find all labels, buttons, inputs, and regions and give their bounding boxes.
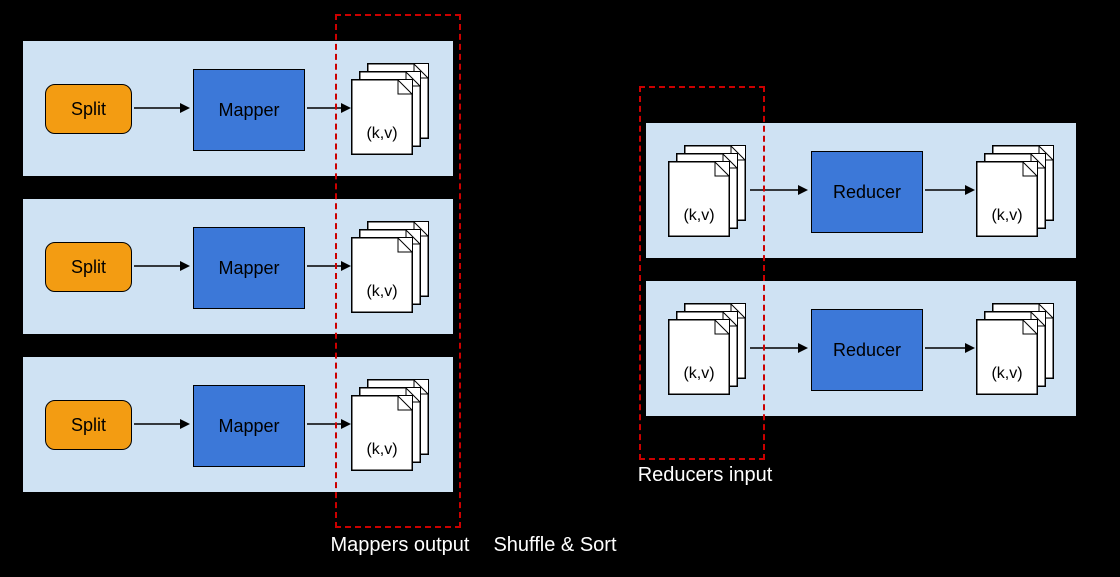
shuffle-sort-label: Shuffle & Sort	[475, 534, 635, 557]
output-docs-r1: (k,v)	[976, 145, 1056, 235]
mapper-box-2: Mapper	[193, 227, 305, 309]
split-box-2: Split	[45, 242, 132, 292]
kv-label: (k,v)	[991, 207, 1022, 224]
arrow-reducer-output-2	[923, 338, 977, 358]
reducer-label: Reducer	[833, 340, 901, 361]
reducer-box-1: Reducer	[811, 151, 923, 233]
kv-label: (k,v)	[991, 365, 1022, 382]
split-label: Split	[71, 99, 106, 120]
document-icon: (k,v)	[976, 319, 1038, 395]
arrow-split-mapper-3	[132, 414, 192, 434]
reducers-input-label: Reducers input	[625, 464, 785, 487]
mappers-output-label: Mappers output	[320, 534, 480, 557]
split-label: Split	[71, 257, 106, 278]
mapper-box-1: Mapper	[193, 69, 305, 151]
reducer-box-2: Reducer	[811, 309, 923, 391]
document-icon: (k,v)	[976, 161, 1038, 237]
mapper-box-3: Mapper	[193, 385, 305, 467]
split-box-1: Split	[45, 84, 132, 134]
reducers-input-region	[639, 86, 765, 460]
mapper-label: Mapper	[218, 100, 279, 121]
arrow-split-mapper-1	[132, 98, 192, 118]
arrow-reducer-output-1	[923, 180, 977, 200]
split-box-3: Split	[45, 400, 132, 450]
output-docs-r2: (k,v)	[976, 303, 1056, 393]
mappers-output-region	[335, 14, 461, 528]
reducer-label: Reducer	[833, 182, 901, 203]
mapper-label: Mapper	[218, 258, 279, 279]
arrow-split-mapper-2	[132, 256, 192, 276]
mapper-label: Mapper	[218, 416, 279, 437]
split-label: Split	[71, 415, 106, 436]
